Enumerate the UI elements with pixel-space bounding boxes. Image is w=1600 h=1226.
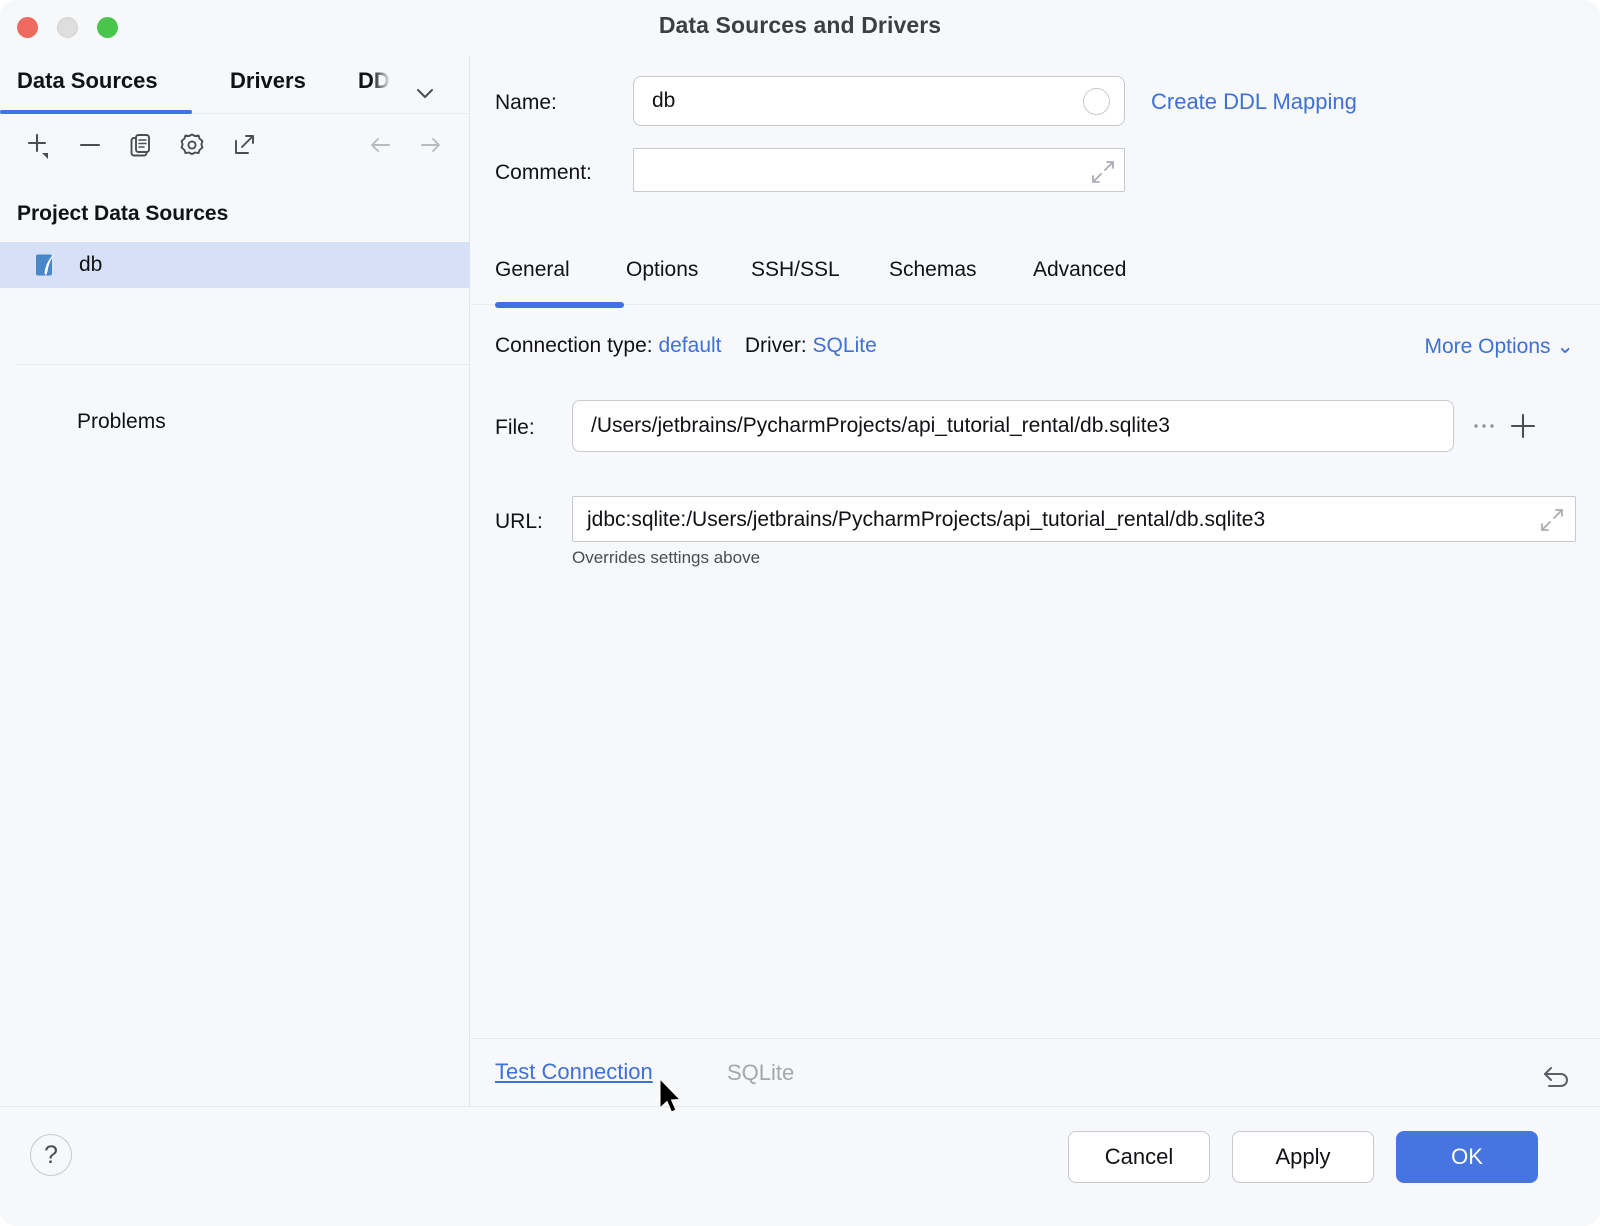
sidebar: Data Sources Drivers DD (0, 56, 470, 1106)
navigate-back-button[interactable] (363, 128, 397, 162)
chevron-down-icon[interactable] (410, 78, 440, 113)
duplicate-data-source-button[interactable] (124, 128, 158, 162)
file-label: File: (495, 416, 535, 440)
more-options-button[interactable]: More Options ⌄ (1424, 334, 1574, 359)
expand-icon[interactable] (1539, 507, 1565, 538)
color-picker-icon[interactable] (1083, 88, 1110, 115)
driver-value[interactable]: SQLite (813, 334, 877, 357)
tab-options[interactable]: Options (626, 258, 698, 282)
driver-label: Driver: (745, 334, 807, 357)
add-data-source-button[interactable] (22, 128, 56, 162)
comment-label: Comment: (495, 161, 592, 185)
url-field[interactable]: jdbc:sqlite:/Users/jetbrains/PycharmProj… (572, 496, 1576, 542)
create-ddl-mapping-link[interactable]: Create DDL Mapping (1151, 89, 1357, 115)
apply-button[interactable]: Apply (1232, 1131, 1374, 1183)
revert-changes-button[interactable] (1540, 1057, 1574, 1096)
sidebar-item-problems[interactable]: Problems (77, 410, 166, 434)
tab-general[interactable]: General (495, 258, 570, 282)
data-sources-dialog: Data Sources and Drivers Data Sources Dr… (0, 0, 1600, 1226)
tab-schemas[interactable]: Schemas (889, 258, 977, 282)
dialog-footer: ? Cancel Apply OK (0, 1106, 1600, 1226)
file-input-value: /Users/jetbrains/PycharmProjects/api_tut… (591, 414, 1170, 438)
expand-icon[interactable] (1090, 159, 1116, 190)
tab-advanced[interactable]: Advanced (1033, 258, 1126, 282)
file-field[interactable]: /Users/jetbrains/PycharmProjects/api_tut… (572, 400, 1454, 452)
navigate-forward-button[interactable] (414, 128, 448, 162)
cancel-button[interactable]: Cancel (1068, 1131, 1210, 1183)
connection-info-row: Connection type: default Driver: SQLite (495, 334, 877, 358)
gear-icon[interactable] (175, 128, 209, 162)
test-connection-link[interactable]: Test Connection (495, 1059, 653, 1085)
sidebar-group-header: Project Data Sources (17, 202, 228, 226)
connection-type-value[interactable]: default (658, 334, 721, 357)
content-panel: Name: db Comment: Create DDL Mapping Gen… (471, 56, 1600, 1106)
tab-ddl-mappings[interactable]: DD (358, 68, 390, 94)
name-label: Name: (495, 91, 557, 115)
add-file-button[interactable] (1505, 408, 1541, 449)
sidebar-divider (17, 364, 470, 365)
tab-drivers[interactable]: Drivers (230, 68, 306, 94)
sidebar-item-db[interactable]: db (0, 242, 470, 288)
title-bar: Data Sources and Drivers (0, 0, 1600, 56)
more-options-label: More Options (1424, 335, 1550, 358)
help-button[interactable]: ? (30, 1134, 72, 1176)
sqlite-icon (33, 252, 59, 278)
settings-tab-divider (471, 304, 1600, 305)
url-label: URL: (495, 510, 543, 534)
remove-data-source-button[interactable] (73, 128, 107, 162)
url-hint-text: Overrides settings above (572, 548, 760, 568)
name-input-value: db (652, 89, 675, 113)
active-settings-tab-indicator (495, 302, 624, 308)
comment-field[interactable] (633, 148, 1125, 192)
sidebar-item-label: db (79, 253, 102, 277)
driver-status-label: SQLite (727, 1060, 794, 1086)
url-input-value: jdbc:sqlite:/Users/jetbrains/PycharmProj… (587, 508, 1265, 532)
browse-file-button[interactable] (1469, 414, 1499, 443)
sidebar-tab-bar: Data Sources Drivers DD (0, 56, 470, 114)
ok-button[interactable]: OK (1396, 1131, 1538, 1183)
status-strip: Test Connection SQLite (471, 1038, 1600, 1106)
sidebar-toolbar (0, 114, 470, 174)
window-title: Data Sources and Drivers (0, 12, 1600, 39)
settings-tab-bar: General Options SSH/SSL Schemas Advanced (471, 242, 1600, 304)
tab-ssh-ssl[interactable]: SSH/SSL (751, 258, 840, 282)
external-link-icon[interactable] (227, 128, 261, 162)
chevron-down-icon: ⌄ (1556, 335, 1574, 358)
name-field[interactable]: db (633, 76, 1125, 126)
tab-data-sources[interactable]: Data Sources (17, 68, 158, 94)
connection-type-label: Connection type: (495, 334, 653, 357)
